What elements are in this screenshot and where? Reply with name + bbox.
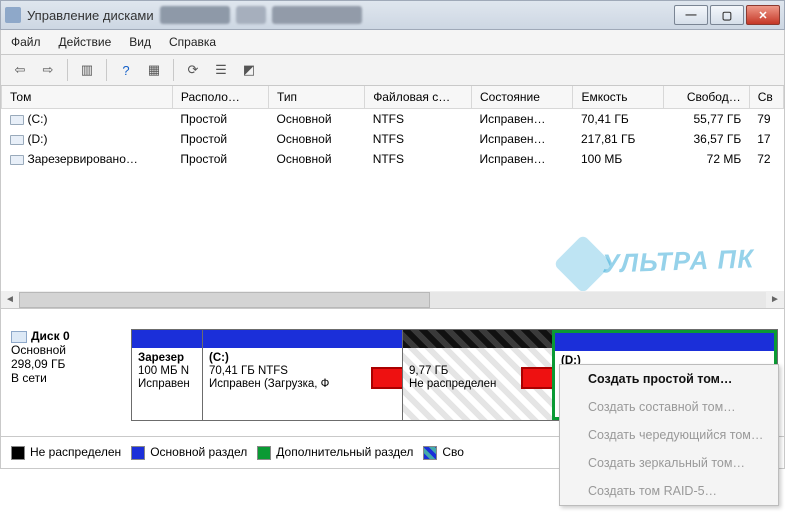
help-icon[interactable]: ? xyxy=(115,59,137,81)
partition-unallocated[interactable]: 9,77 ГБ Не распределен xyxy=(402,330,552,420)
cell-fs: NTFS xyxy=(365,109,472,130)
cell-free: 36,57 ГБ xyxy=(664,129,749,149)
col-type[interactable]: Тип xyxy=(269,86,365,109)
part-state: Исправен (Загрузка, Ф xyxy=(209,378,396,390)
volume-grid: Том Располо… Тип Файловая с… Состояние Е… xyxy=(0,86,785,291)
minimize-button[interactable]: — xyxy=(674,5,708,25)
cell-state: Исправен… xyxy=(472,109,573,130)
cell-fs: NTFS xyxy=(365,149,472,169)
context-menu: Создать простой том… Создать составной т… xyxy=(559,364,779,506)
misc-icon[interactable]: ◩ xyxy=(238,59,260,81)
disk-status: В сети xyxy=(11,371,123,385)
cell-layout: Простой xyxy=(172,109,268,130)
col-free[interactable]: Свобод… xyxy=(664,86,749,109)
menu-view[interactable]: Вид xyxy=(129,35,151,49)
partition-c[interactable]: (C:) 70,41 ГБ NTFS Исправен (Загрузка, Ф xyxy=(202,330,402,420)
cell-layout: Простой xyxy=(172,149,268,169)
menu-create-simple-volume[interactable]: Создать простой том… xyxy=(560,365,778,393)
annotation-arrow-icon xyxy=(520,354,552,402)
horizontal-scrollbar[interactable]: ◄ ► xyxy=(0,291,785,309)
cell-name: (C:) xyxy=(28,112,48,126)
panes-icon[interactable]: ▥ xyxy=(76,59,98,81)
window-buttons: — ▢ ✕ xyxy=(674,5,780,25)
col-volume[interactable]: Том xyxy=(2,86,173,109)
disk-label: Диск 0 xyxy=(31,329,70,343)
calendar-icon[interactable]: ▦ xyxy=(143,59,165,81)
menu-file[interactable]: Файл xyxy=(11,35,41,49)
scroll-right-icon[interactable]: ► xyxy=(766,292,784,308)
menu-create-raid5-volume: Создать том RAID-5… xyxy=(560,477,778,505)
cell-layout: Простой xyxy=(172,129,268,149)
menu-create-spanned-volume: Создать составной том… xyxy=(560,393,778,421)
volume-icon xyxy=(10,155,24,165)
disk-size: 298,09 ГБ xyxy=(11,357,123,371)
part-title: (C:) xyxy=(209,352,229,364)
col-pct[interactable]: Св xyxy=(749,86,783,109)
col-capacity[interactable]: Емкость xyxy=(573,86,664,109)
blur-decor xyxy=(272,6,362,24)
legend-primary: Основной раздел xyxy=(131,445,247,460)
part-size: 70,41 ГБ NTFS xyxy=(209,365,396,377)
close-button[interactable]: ✕ xyxy=(746,5,780,25)
cell-free: 55,77 ГБ xyxy=(664,109,749,130)
cell-pct: 72 xyxy=(749,149,783,169)
toolbar: ⇦ ⇨ ▥ ? ▦ ⟳ ☰ ◩ xyxy=(0,54,785,86)
part-size: 100 МБ N xyxy=(138,365,196,377)
annotation-arrow-icon xyxy=(370,354,402,402)
app-icon xyxy=(5,7,21,23)
blur-decor xyxy=(236,6,266,24)
cell-pct: 17 xyxy=(749,129,783,149)
cell-state: Исправен… xyxy=(472,149,573,169)
cell-free: 72 МБ xyxy=(664,149,749,169)
part-state: Исправен xyxy=(138,378,196,390)
part-title: Зарезер xyxy=(138,352,184,364)
menu-action[interactable]: Действие xyxy=(59,35,112,49)
disk-icon xyxy=(11,331,27,343)
volume-icon xyxy=(10,135,24,145)
legend-free: Сво xyxy=(423,445,464,460)
menu-help[interactable]: Справка xyxy=(169,35,216,49)
menu-create-striped-volume: Создать чередующийся том… xyxy=(560,421,778,449)
scroll-thumb[interactable] xyxy=(19,292,430,308)
window-title: Управление дисками xyxy=(27,8,154,23)
table-row[interactable]: (D:) Простой Основной NTFS Исправен… 217… xyxy=(2,129,784,149)
disk-info[interactable]: Диск 0 Основной 298,09 ГБ В сети xyxy=(7,325,127,430)
cell-type: Основной xyxy=(269,129,365,149)
forward-button[interactable]: ⇨ xyxy=(37,59,59,81)
cell-type: Основной xyxy=(269,149,365,169)
col-state[interactable]: Состояние xyxy=(472,86,573,109)
cell-state: Исправен… xyxy=(472,129,573,149)
cell-pct: 79 xyxy=(749,109,783,130)
back-button[interactable]: ⇦ xyxy=(9,59,31,81)
col-fs[interactable]: Файловая с… xyxy=(365,86,472,109)
volume-icon xyxy=(10,115,24,125)
legend-unallocated: Не распределен xyxy=(11,445,121,460)
blur-decor xyxy=(160,6,230,24)
cell-fs: NTFS xyxy=(365,129,472,149)
cell-name: (D:) xyxy=(28,132,48,146)
maximize-button[interactable]: ▢ xyxy=(710,5,744,25)
table-header-row: Том Располо… Тип Файловая с… Состояние Е… xyxy=(2,86,784,109)
cell-capacity: 217,81 ГБ xyxy=(573,129,664,149)
col-layout[interactable]: Располо… xyxy=(172,86,268,109)
menubar: Файл Действие Вид Справка xyxy=(0,30,785,54)
titlebar: Управление дисками — ▢ ✕ xyxy=(0,0,785,30)
table-row[interactable]: (C:) Простой Основной NTFS Исправен… 70,… xyxy=(2,109,784,130)
scroll-left-icon[interactable]: ◄ xyxy=(1,292,19,308)
cell-capacity: 100 МБ xyxy=(573,149,664,169)
legend-extended: Дополнительный раздел xyxy=(257,445,413,460)
cell-capacity: 70,41 ГБ xyxy=(573,109,664,130)
watermark: УЛЬТРА ПК xyxy=(601,243,754,279)
cell-name: Зарезервировано… xyxy=(28,152,138,166)
list-icon[interactable]: ☰ xyxy=(210,59,232,81)
disk-type: Основной xyxy=(11,343,123,357)
menu-create-mirror-volume: Создать зеркальный том… xyxy=(560,449,778,477)
partition-reserved[interactable]: Зарезер 100 МБ N Исправен xyxy=(132,330,202,420)
cell-type: Основной xyxy=(269,109,365,130)
table-row[interactable]: Зарезервировано… Простой Основной NTFS И… xyxy=(2,149,784,169)
refresh-icon[interactable]: ⟳ xyxy=(182,59,204,81)
